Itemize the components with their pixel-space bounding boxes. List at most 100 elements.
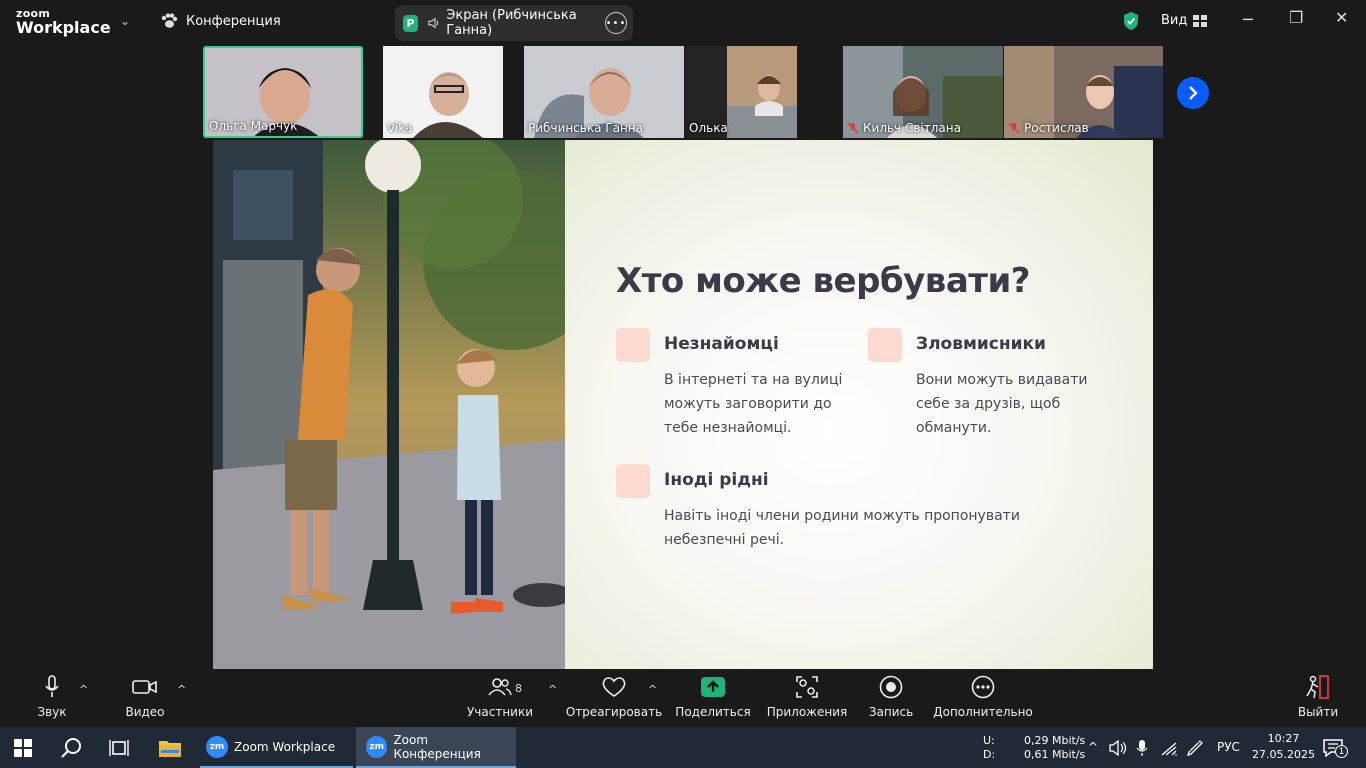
- taskbar-app-label: Zoom Workplace: [234, 739, 336, 754]
- video-tile[interactable]: Рибчинська Ганна: [524, 46, 684, 138]
- share-button[interactable]: Поделиться: [675, 669, 751, 727]
- participant-name: Ростислав: [1008, 121, 1089, 135]
- net-up-value: 0,29 Mbit/s: [1024, 734, 1086, 747]
- start-button[interactable]: [14, 727, 32, 768]
- more-options-icon[interactable]: •••: [605, 12, 627, 34]
- zoom-app-icon: zm: [206, 735, 228, 758]
- folder-icon: [159, 740, 181, 757]
- presenter-badge: Р: [403, 14, 418, 32]
- heart-icon: [602, 677, 626, 697]
- taskbar-app[interactable]: zm Zoom Конференция: [356, 727, 516, 768]
- apps-label: Приложения: [766, 705, 848, 719]
- language-indicator[interactable]: РУС: [1217, 740, 1240, 754]
- close-icon[interactable]: ✕: [1335, 8, 1348, 27]
- grid-view-icon: [1193, 14, 1208, 27]
- net-speed-values: 0,29 Mbit/s 0,61 Mbit/s: [1024, 734, 1085, 762]
- next-page-button[interactable]: [1177, 77, 1209, 109]
- video-label: Видео: [125, 705, 165, 719]
- slide-item: Незнайомці В інтернеті та на вулиці можу…: [616, 328, 846, 438]
- zoom-app-icon: zm: [366, 735, 388, 758]
- audio-button[interactable]: Звук: [30, 669, 74, 727]
- net-down-value: 0,61 Mbit/s: [1024, 748, 1086, 761]
- bullet-square: [868, 328, 902, 362]
- volume-icon[interactable]: [1109, 740, 1127, 756]
- video-tile[interactable]: Ростислав: [1004, 46, 1163, 138]
- video-button[interactable]: Видео: [120, 669, 170, 727]
- shared-screen: Хто може вербувати? Незнайомці В інтерне…: [213, 140, 1153, 669]
- more-icon: [971, 675, 995, 699]
- apps-button[interactable]: Приложения: [766, 669, 848, 727]
- search-button[interactable]: [60, 727, 82, 768]
- item-heading: Іноді рідні: [664, 470, 769, 490]
- file-explorer-button[interactable]: [159, 727, 181, 768]
- share-label: Поделиться: [675, 705, 751, 719]
- video-camera-icon: [132, 680, 157, 694]
- minimize-icon[interactable]: ─: [1243, 10, 1253, 29]
- audio-label: Звук: [37, 705, 67, 719]
- share-screen-icon: [701, 677, 725, 697]
- leave-label: Выйти: [1297, 705, 1339, 719]
- view-label: Вид: [1161, 13, 1188, 28]
- participants-options-caret[interactable]: ^: [548, 683, 557, 696]
- taskbar-app[interactable]: zm Zoom Workplace: [200, 727, 353, 768]
- more-button[interactable]: Дополнительно: [933, 669, 1033, 727]
- item-text: В інтернеті та на вулиці можуть заговори…: [664, 372, 843, 436]
- clock-time: 10:27: [1267, 732, 1300, 745]
- restore-icon[interactable]: ❐: [1289, 8, 1303, 27]
- net-up-label: U:: [983, 734, 995, 747]
- pen-icon[interactable]: [1186, 739, 1204, 757]
- react-options-caret[interactable]: ^: [648, 683, 657, 696]
- apps-icon: [796, 676, 818, 698]
- video-tile[interactable]: Кильч Світлана: [843, 46, 1003, 138]
- tray-expand-icon[interactable]: ^: [1088, 740, 1098, 754]
- participants-button[interactable]: Участники: [466, 669, 534, 727]
- mic-muted-icon: [847, 122, 859, 134]
- chevron-down-icon[interactable]: ⌄: [120, 14, 130, 28]
- speaker-icon: [428, 17, 439, 29]
- wifi-icon[interactable]: [1160, 740, 1178, 756]
- microphone-tray-icon[interactable]: [1136, 739, 1148, 757]
- clock[interactable]: 10:27 27.05.2025: [1252, 731, 1315, 763]
- leave-button[interactable]: Выйти: [1296, 669, 1340, 727]
- video-tile[interactable]: Олька: [685, 46, 797, 138]
- participants-label: Участники: [466, 705, 534, 719]
- task-view-button[interactable]: [109, 727, 129, 768]
- meeting-info[interactable]: Конференция: [160, 13, 281, 29]
- shield-check-icon[interactable]: [1122, 11, 1140, 31]
- view-button[interactable]: Вид: [1161, 13, 1208, 28]
- leave-icon: [1306, 675, 1329, 699]
- slide-item: Зловмисники Вони можуть видавати себе за…: [868, 328, 1108, 438]
- windows-taskbar: zm Zoom Workplace zm Zoom Конференция U:…: [0, 727, 1366, 768]
- chevron-right-icon: [1189, 86, 1198, 100]
- net-speed-labels: U: D:: [983, 734, 995, 762]
- search-icon: [61, 737, 81, 758]
- participant-name: Vika: [387, 121, 413, 135]
- participants-count: 8: [515, 682, 522, 695]
- bullet-square: [616, 464, 650, 498]
- notifications-button[interactable]: 1: [1323, 727, 1348, 768]
- taskbar-app-label: Zoom Конференция: [393, 732, 481, 761]
- zoom-logo[interactable]: zoom Workplace: [16, 8, 111, 36]
- participant-strip: Ольга Марчук Vika Рибчинська Ганна Олька…: [203, 46, 1163, 138]
- net-down-label: D:: [983, 748, 996, 761]
- item-heading: Незнайомці: [664, 334, 779, 354]
- video-options-caret[interactable]: ^: [177, 683, 186, 696]
- windows-logo-icon: [14, 738, 32, 757]
- react-button[interactable]: Отреагировать: [566, 669, 662, 727]
- video-tile[interactable]: Ольга Марчук: [203, 46, 363, 138]
- slide-item: Іноді рідні Навіть іноді члени родини мо…: [616, 464, 1106, 554]
- participant-name: Олька: [689, 121, 728, 135]
- react-label: Отреагировать: [565, 705, 663, 719]
- audio-options-caret[interactable]: ^: [79, 683, 88, 696]
- record-button[interactable]: Запись: [866, 669, 916, 727]
- paw-icon: [161, 13, 178, 28]
- slide-content: Хто може вербувати? Незнайомці В інтерне…: [565, 140, 1153, 669]
- meeting-title: Конференция: [186, 13, 281, 29]
- screen-share-indicator[interactable]: Р Экран (Рибчинська Ганна) •••: [395, 5, 633, 41]
- video-tile[interactable]: Vika: [383, 46, 503, 138]
- participants-icon: [488, 678, 512, 696]
- slide-title: Хто може вербувати?: [616, 261, 1031, 301]
- more-label: Дополнительно: [933, 705, 1033, 719]
- slide-photo: [213, 140, 565, 669]
- record-label: Запись: [868, 705, 914, 719]
